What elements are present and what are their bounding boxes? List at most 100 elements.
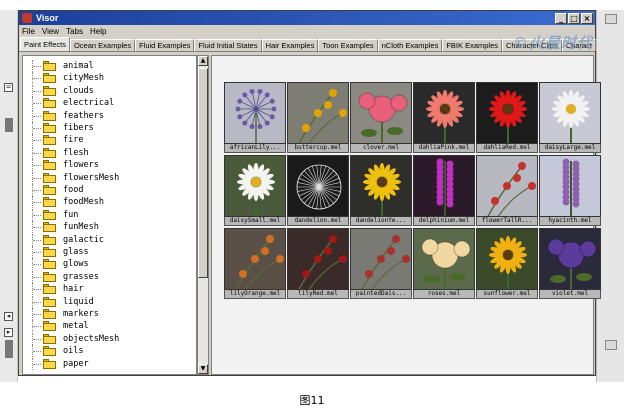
thumbnail-item[interactable]: roses.mel [413,228,475,300]
thumbnail-item[interactable]: buttercup.mel [287,82,349,154]
flower-preview-image [539,228,601,290]
thumbnail-item[interactable]: lilyOrange.mel [224,228,286,300]
tree-item[interactable]: liquid [23,295,196,308]
thumbnail-item[interactable]: paintedDais... [350,228,412,300]
title-bar[interactable]: Visor _ □ × [19,11,595,25]
flower-preview-image [287,155,349,217]
tab-toon-examples[interactable]: Toon Examples [318,39,378,51]
collapse-left-icon[interactable]: ◂ [4,312,13,321]
thumbnail-item[interactable]: dandelion.mel [287,155,349,227]
tree-item[interactable]: fire [23,134,196,147]
maximize-button[interactable]: □ [568,12,580,24]
tree-line [33,115,41,117]
thumbnail-caption: sunflower.mel [476,290,538,299]
folder-tree: animal cityMesh clouds electrical feathers fi… [22,55,197,375]
collapse-right-icon[interactable]: ▸ [4,328,13,337]
tree-item[interactable]: metal [23,320,196,333]
tree-item-label: clouds [63,85,94,96]
folder-icon [43,333,56,344]
scroll-down-icon[interactable]: ▼ [198,364,208,374]
tree-item[interactable]: markers [23,308,196,320]
folder-icon [43,135,56,146]
flower-preview-svg [477,156,537,216]
thumbnail-item[interactable]: daisyLarge.mel [539,82,601,154]
flower-preview-image [539,155,601,217]
thumbnail-item[interactable]: africanLily... [224,82,286,154]
tree-item[interactable]: foodMesh [23,196,196,209]
tree-item[interactable]: cityMesh [23,72,196,85]
tree-item[interactable]: clouds [23,84,196,97]
tree-item[interactable]: food [23,184,196,196]
tab-fbik-examples[interactable]: FBIK Examples [442,39,503,51]
tree-item[interactable]: flowers [23,159,196,172]
tree-item-label: paper [63,358,89,369]
grip-icon[interactable] [605,14,617,24]
tree-item[interactable]: flowersMesh [23,171,196,184]
tab-fluid-initial-states[interactable]: Fluid Initial States [194,39,262,51]
tree-item[interactable]: funMesh [23,221,196,234]
tree-item[interactable]: flesh [23,146,196,159]
tree-line [33,264,41,266]
thumbnail-item[interactable]: dahliaRed.mel [476,82,538,154]
thumbnail-item[interactable]: daisySmall.mel [224,155,286,227]
flower-preview-image [413,155,475,217]
tree-item[interactable]: oils [23,345,196,358]
tree-item[interactable]: paper [23,357,196,370]
tree-item-label: feathers [63,110,104,121]
left-panel-strip: = ◂ ▸ [0,10,18,382]
close-button[interactable]: × [581,12,593,24]
tree-item[interactable]: fibers [23,122,196,134]
thumbnail-item[interactable]: dandelionYe... [350,155,412,227]
tab-hair-examples[interactable]: Hair Examples [261,39,319,51]
splitter-handle-lower[interactable] [5,340,13,358]
flower-preview-image [413,228,475,290]
tree-item-label: oils [63,346,84,357]
thumbnail-item[interactable]: dahliaPink.mel [413,82,475,154]
tree-item-label: hair [63,284,84,295]
maya-app-icon [22,13,32,23]
tree-item[interactable]: glass [23,246,196,258]
thumbnail-item[interactable]: clover.mel [350,82,412,154]
thumbnail-item[interactable]: flowerTallR... [476,155,538,227]
window-title: Visor [36,13,59,23]
thumbnail-item[interactable]: sunflower.mel [476,228,538,300]
tree-item[interactable]: electrical [23,97,196,110]
tab-ocean-examples[interactable]: Ocean Examples [69,39,136,51]
thumbnail-item[interactable]: delphinium.mel [413,155,475,227]
tree-item[interactable]: galactic [23,233,196,246]
tree-item[interactable]: objectsMesh [23,332,196,345]
tree-item[interactable]: feathers [23,109,196,122]
grip-icon[interactable] [605,340,617,350]
flower-preview-svg [540,156,600,216]
tree-item[interactable]: hair [23,283,196,296]
thumbnail-caption: dandelion.mel [287,217,349,226]
tab-paint-effects[interactable]: Paint Effects [20,37,70,51]
menu-help[interactable]: Help [90,27,106,36]
splitter-handle[interactable] [5,118,13,132]
tree-item[interactable]: animal [23,60,196,72]
thumbnail-caption: hyacinth.mel [539,217,601,226]
tree-item[interactable]: grasses [23,270,196,283]
tree-item-label: galactic [63,234,104,245]
thumbnail-caption: lilyOrange.mel [224,290,286,299]
folder-icon [43,271,56,282]
tree-item-label: fibers [63,123,94,133]
tree-item[interactable]: glows [23,258,196,271]
menu-tabs[interactable]: Tabs [66,27,83,36]
scroll-up-icon[interactable]: ▲ [198,56,208,66]
menu-view[interactable]: View [42,27,59,36]
flower-preview-image [476,82,538,144]
tree-scrollbar[interactable]: ▲ ▼ [197,55,209,375]
flower-preview-svg [477,229,537,289]
tab-ncloth-examples[interactable]: nCloth Examples [377,39,443,51]
expand-icon[interactable]: = [4,83,13,92]
minimize-button[interactable]: _ [555,12,567,24]
scroll-thumb[interactable] [198,68,208,278]
thumbnail-item[interactable]: violet.mel [539,228,601,300]
tree-line [33,338,41,340]
tab-fluid-examples[interactable]: Fluid Examples [135,39,195,51]
tree-item[interactable]: fun [23,208,196,221]
thumbnail-item[interactable]: lilyRed.mel [287,228,349,300]
thumbnail-item[interactable]: hyacinth.mel [539,155,601,227]
menu-file[interactable]: File [22,27,35,36]
